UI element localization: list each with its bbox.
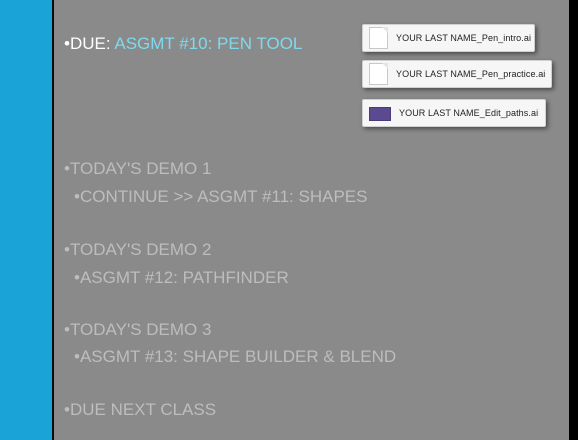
file-card-edit-paths: YOUR LAST NAME_Edit_paths.ai (362, 99, 546, 127)
presentation-slide: •DUE: ASGMT #10: PEN TOOL YOUR LAST NAME… (0, 0, 578, 440)
demo-1-item: •CONTINUE >> ASGMT #11: SHAPES (74, 187, 368, 206)
accent-sidebar (0, 0, 52, 440)
demo-2-item: •ASGMT #12: PATHFINDER (74, 268, 289, 287)
file-name: YOUR LAST NAME_Pen_intro.ai (396, 33, 532, 43)
due-bullet: •DUE: ASGMT #10: PEN TOOL (64, 34, 302, 54)
demo-1-heading: •TODAY'S DEMO 1 (64, 159, 212, 178)
right-edge-bar (569, 0, 578, 440)
demo-3-heading: •TODAY'S DEMO 3 (64, 320, 212, 339)
sidebar-edge (52, 0, 54, 440)
document-icon (369, 63, 388, 85)
file-name: YOUR LAST NAME_Edit_paths.ai (399, 108, 539, 118)
file-card-pen-practice: YOUR LAST NAME_Pen_practice.ai (362, 60, 552, 88)
file-name: YOUR LAST NAME_Pen_practice.ai (396, 69, 546, 79)
image-thumbnail-icon (369, 107, 391, 121)
due-prefix: •DUE: (64, 34, 115, 53)
due-next-class: •DUE NEXT CLASS (64, 400, 217, 419)
due-assignment: ASGMT #10: PEN TOOL (114, 34, 303, 53)
demo-2-heading: •TODAY'S DEMO 2 (64, 240, 212, 259)
demo-3-item: •ASGMT #13: SHAPE BUILDER & BLEND (74, 347, 397, 366)
document-icon (369, 27, 388, 49)
file-card-pen-intro: YOUR LAST NAME_Pen_intro.ai (362, 24, 535, 52)
